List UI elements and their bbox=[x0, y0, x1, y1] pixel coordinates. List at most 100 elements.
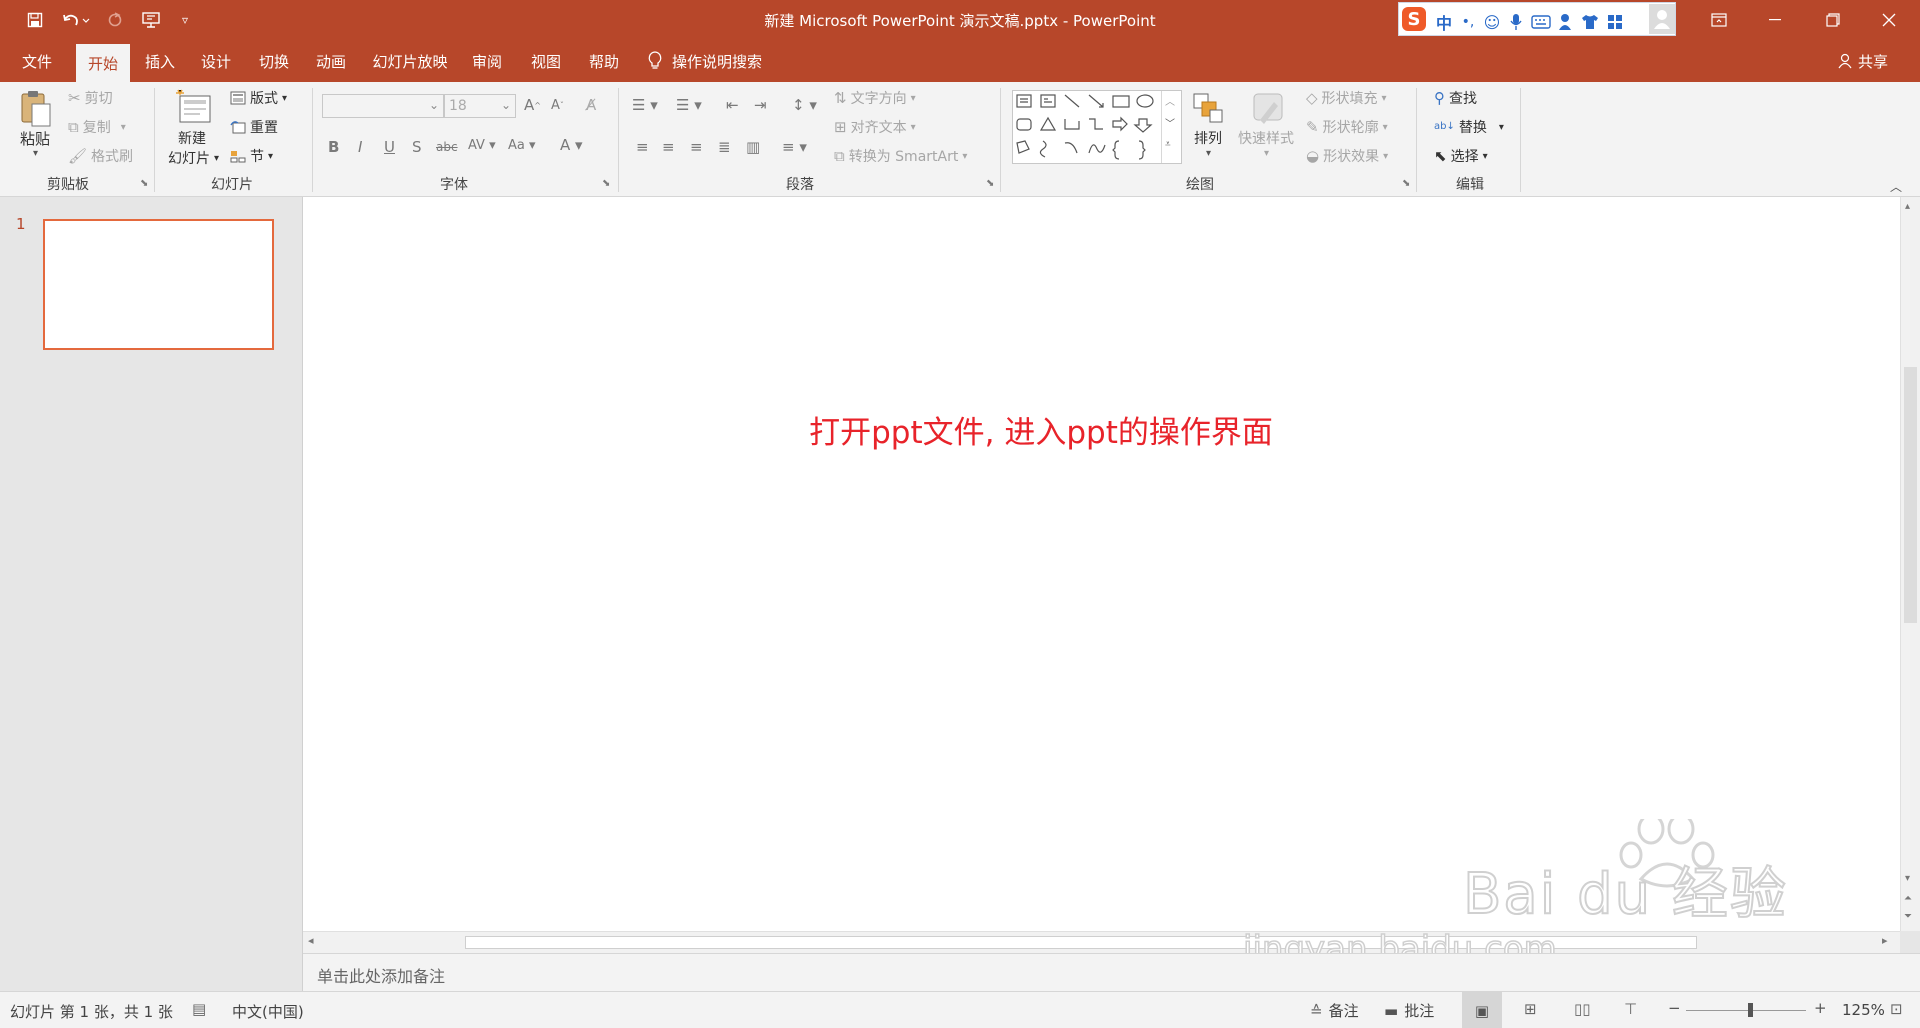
font-size-box[interactable]: 18 ⌄ bbox=[444, 94, 516, 118]
microphone-icon[interactable] bbox=[1505, 7, 1527, 37]
font-name-box[interactable]: ⌄ bbox=[322, 94, 444, 118]
account-avatar[interactable] bbox=[1649, 4, 1675, 34]
numbering-icon[interactable]: ☰ ▾ bbox=[676, 96, 702, 114]
shape-outline-button[interactable]: ✎ 形状轮廓 ▾ bbox=[1306, 117, 1388, 137]
skin-icon[interactable] bbox=[1579, 7, 1601, 37]
scroll-right-icon[interactable]: ▸ bbox=[1882, 934, 1888, 947]
zoom-out-icon[interactable]: − bbox=[1668, 999, 1681, 1017]
align-right-icon[interactable]: ≡ bbox=[690, 138, 703, 156]
select-button[interactable]: ⬉ 选择 ▾ bbox=[1434, 146, 1488, 166]
zoom-slider-thumb[interactable] bbox=[1748, 1003, 1753, 1017]
minimize-icon[interactable] bbox=[1752, 0, 1798, 40]
tab-transitions[interactable]: 切换 bbox=[248, 40, 300, 82]
replace-button[interactable]: ab↓ 替换 ▾ bbox=[1434, 117, 1504, 137]
clear-formatting-icon[interactable]: A̸ bbox=[586, 96, 596, 114]
text-direction-button[interactable]: ⇅ 文字方向 ▾ bbox=[834, 88, 916, 108]
ribbon-display-options-icon[interactable] bbox=[1696, 0, 1742, 40]
zoom-level[interactable]: 125% bbox=[1842, 1001, 1885, 1019]
shrink-font-icon[interactable]: Aˇ bbox=[551, 98, 564, 113]
tab-insert[interactable]: 插入 bbox=[134, 40, 186, 82]
arrange-icon[interactable] bbox=[1190, 90, 1226, 130]
bold-icon[interactable]: B bbox=[328, 138, 339, 156]
tab-view[interactable]: 视图 bbox=[520, 40, 572, 82]
sogou-icon[interactable]: S bbox=[1399, 4, 1429, 34]
arrange-label[interactable]: 排列 bbox=[1194, 128, 1222, 148]
quick-styles-dropdown-icon[interactable]: ▾ bbox=[1264, 148, 1269, 159]
find-button[interactable]: ⚲ 查找 bbox=[1434, 88, 1477, 108]
slide-thumbnail[interactable] bbox=[43, 219, 274, 350]
quick-styles-label[interactable]: 快速样式 bbox=[1238, 128, 1294, 148]
save-icon[interactable] bbox=[22, 8, 48, 32]
ime-punct[interactable]: •, bbox=[1457, 7, 1479, 37]
copy-button[interactable]: ⧉ 复制 ▾ bbox=[68, 117, 126, 137]
grow-font-icon[interactable]: A ^ bbox=[524, 96, 541, 114]
tab-slideshow[interactable]: 幻灯片放映 bbox=[364, 40, 456, 82]
dialog-launcher-icon[interactable]: ⬊ bbox=[986, 178, 994, 189]
character-spacing-icon[interactable]: AV ▾ bbox=[468, 138, 496, 153]
next-slide-icon[interactable]: ⏷ bbox=[1904, 911, 1912, 922]
tab-design[interactable]: 设计 bbox=[190, 40, 242, 82]
zoom-in-icon[interactable]: + bbox=[1814, 999, 1827, 1017]
paste-icon[interactable] bbox=[18, 88, 54, 132]
gallery-scroll[interactable]: ︿ ﹀ ⩡ bbox=[1161, 91, 1181, 163]
restore-icon[interactable] bbox=[1810, 0, 1856, 40]
dialog-launcher-icon[interactable]: ⬊ bbox=[1402, 178, 1410, 189]
increase-indent-icon[interactable]: ⇥ bbox=[754, 96, 767, 114]
spelling-check-icon[interactable]: ▤ bbox=[192, 1000, 206, 1018]
dialog-launcher-icon[interactable]: ⬊ bbox=[602, 178, 610, 189]
arrange-dropdown-icon[interactable]: ▾ bbox=[1206, 148, 1211, 159]
tab-file[interactable]: 文件 bbox=[10, 40, 64, 82]
customize-icon[interactable]: ▿ bbox=[172, 8, 198, 32]
columns-icon[interactable]: ▥ bbox=[746, 138, 760, 156]
new-slide-line1[interactable]: 新建 bbox=[178, 128, 206, 148]
chevron-down-icon[interactable]: ⌄ bbox=[429, 98, 439, 112]
text-shadow-icon[interactable]: S bbox=[412, 138, 422, 156]
normal-view-icon[interactable]: ▣ bbox=[1462, 992, 1502, 1028]
slideshow-view-icon[interactable]: ⊤ bbox=[1624, 1000, 1637, 1018]
gallery-expand-icon[interactable]: ⩡ bbox=[1165, 139, 1171, 150]
previous-slide-icon[interactable]: ⏶ bbox=[1904, 893, 1912, 904]
align-center-icon[interactable]: ≡ bbox=[662, 138, 675, 156]
align-left-icon[interactable]: ≡ bbox=[636, 138, 649, 156]
italic-icon[interactable]: I bbox=[358, 138, 362, 156]
underline-icon[interactable]: U bbox=[384, 138, 395, 156]
redo-icon[interactable] bbox=[102, 8, 128, 32]
quick-styles-icon[interactable] bbox=[1250, 90, 1286, 130]
tab-home[interactable]: 开始 bbox=[76, 44, 130, 82]
scroll-up-icon[interactable]: ▴ bbox=[1905, 201, 1910, 212]
notes-placeholder[interactable]: 单击此处添加备注 bbox=[317, 963, 445, 987]
bullets-icon[interactable]: ☰ ▾ bbox=[632, 96, 658, 114]
new-slide-icon[interactable] bbox=[174, 88, 214, 128]
notes-toggle-button[interactable]: ≙ 备注 bbox=[1310, 1000, 1359, 1021]
tell-me-search[interactable]: 操作说明搜索 bbox=[648, 40, 762, 82]
horizontal-scrollbar[interactable]: ◂ ▸ jingyan.baidu.com bbox=[303, 931, 1900, 967]
user-icon[interactable] bbox=[1555, 7, 1577, 37]
comments-toggle-button[interactable]: ▬ 批注 bbox=[1384, 1000, 1434, 1021]
font-color-icon[interactable]: A ▾ bbox=[560, 136, 583, 154]
tab-review[interactable]: 审阅 bbox=[462, 40, 512, 82]
strikethrough-icon[interactable]: abc bbox=[436, 140, 458, 154]
scroll-left-icon[interactable]: ◂ bbox=[308, 934, 314, 947]
keyboard-icon[interactable] bbox=[1529, 7, 1553, 37]
shapes-gallery[interactable]: ︿ ﹀ ⩡ bbox=[1012, 90, 1182, 164]
chevron-down-icon[interactable]: ﹀ bbox=[1165, 115, 1175, 130]
layout-button[interactable]: 版式 ▾ bbox=[230, 88, 287, 108]
section-button[interactable]: 节 ▾ bbox=[230, 146, 273, 166]
collapse-ribbon-icon[interactable]: ︿ bbox=[1890, 178, 1902, 195]
reset-button[interactable]: 重置 bbox=[230, 117, 278, 137]
close-icon[interactable] bbox=[1866, 0, 1912, 40]
cut-button[interactable]: ✂ 剪切 bbox=[68, 88, 113, 108]
language-indicator[interactable]: 中文(中国) bbox=[232, 1001, 304, 1022]
paste-button[interactable]: 粘贴 bbox=[20, 128, 50, 149]
dialog-launcher-icon[interactable]: ⬊ bbox=[140, 178, 148, 189]
distribute-icon[interactable]: ≡ ▾ bbox=[782, 138, 807, 156]
zoom-slider-track[interactable] bbox=[1686, 1010, 1806, 1011]
tab-animations[interactable]: 动画 bbox=[304, 40, 358, 82]
tab-help[interactable]: 帮助 bbox=[578, 40, 630, 82]
fit-to-window-icon[interactable]: ⊡ bbox=[1890, 1000, 1903, 1018]
decrease-indent-icon[interactable]: ⇤ bbox=[726, 96, 739, 114]
change-case-icon[interactable]: Aa ▾ bbox=[508, 138, 536, 153]
scroll-down-icon[interactable]: ▾ bbox=[1905, 873, 1910, 884]
vertical-scroll-thumb[interactable] bbox=[1904, 367, 1917, 623]
reading-view-icon[interactable]: ▯▯ bbox=[1574, 1000, 1591, 1018]
